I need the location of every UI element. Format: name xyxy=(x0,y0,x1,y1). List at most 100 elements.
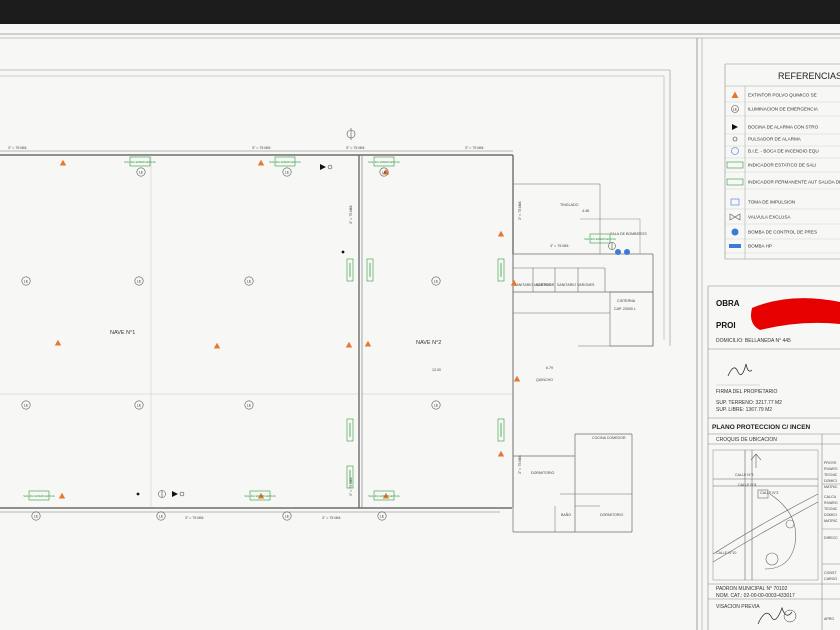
exit-sign-icon: SALIDA EMERGENCIA xyxy=(368,490,400,501)
emergency-light-label: LE xyxy=(382,170,387,174)
emergency-light-icon: LE xyxy=(156,511,166,521)
legend-item: INDICADOR PERMANENTE AUT SALIDA DE EMERG… xyxy=(725,178,840,190)
legend-item-label: VALVULA EXCLUSA xyxy=(748,215,791,220)
legend-item: VALVULA EXCLUSA xyxy=(725,213,840,225)
dimension-label: 3" = 75 MM. xyxy=(346,146,365,150)
extinguisher-triangle-icon xyxy=(345,341,353,348)
room-dormitorio-1: DORMITORIO xyxy=(531,471,554,475)
dimension-label: 3" = 75 MM. xyxy=(550,244,569,248)
nave-2-label: NAVE N°2 xyxy=(416,340,441,346)
title-block-right-label: DOMICI xyxy=(824,513,837,517)
legend-item-label: EXTINTOR POLVO QUIMICO SE xyxy=(748,93,817,98)
title-block-right-label: MATRIC xyxy=(824,519,838,523)
blueprint-sheet: REFERENCIAS EXTINTOR POLVO QUIMICO SE LE I… xyxy=(0,24,840,630)
street-label: CALLE N°3 xyxy=(735,473,753,477)
emergency-light-icon: LE xyxy=(31,511,41,521)
legend-panel: REFERENCIAS EXTINTOR POLVO QUIMICO SE LE I… xyxy=(725,71,840,254)
exit-sign-icon xyxy=(726,161,744,169)
title-block-right-label: TECNIC xyxy=(824,507,838,511)
dimension-label: 3" = 75 MM. xyxy=(518,201,522,220)
exit-sign-label: SALIDA EMERGENCIA xyxy=(124,160,156,164)
emergency-light-label: LE xyxy=(247,279,252,283)
extinguisher-triangle-icon xyxy=(59,159,67,166)
legend-item: B.I.E. - BOCA DE INCENDIO EQU xyxy=(725,147,840,159)
dimension-label: 3" = 75 MM. xyxy=(465,146,484,150)
exit-sign-label: SALIDA EMERGENCIA xyxy=(368,160,400,164)
dimension-label: 3" = 75 MM. xyxy=(322,516,341,520)
emergency-light-label: LE xyxy=(247,403,252,407)
hp-pump-icon xyxy=(729,244,741,248)
emergency-light-icon: LE xyxy=(244,276,254,286)
alarm-button-icon xyxy=(136,492,140,496)
legend-item-label: BOCINA DE ALARMA CON STRO xyxy=(748,125,819,130)
room-tinglado: TINGLADO xyxy=(560,203,579,207)
alarm-horn-icon xyxy=(320,164,333,170)
exit-sign-icon xyxy=(346,258,354,282)
extinguisher-triangle-icon xyxy=(213,342,221,349)
title-block: OBRA PROI DOMICILIO: BELLANEDA N° 445 FI… xyxy=(707,285,840,630)
sup-libre: SUP. LIBRE: 1367.79 M2 xyxy=(716,407,772,413)
emergency-light-label: LE xyxy=(34,514,39,518)
title-block-right-label: APRO xyxy=(824,617,834,621)
misc-label: 12.00 xyxy=(432,368,441,372)
sup-terreno: SUP. TERRENO: 3217.77 M2 xyxy=(716,400,782,406)
emergency-light-icon: LE xyxy=(282,511,292,521)
emergency-light-icon: LE xyxy=(377,511,387,521)
obra-suffix: PROI xyxy=(716,321,736,330)
street-label: CALLE N°10 xyxy=(716,551,736,555)
emergency-light-label: LE xyxy=(137,279,142,283)
dimension-label: 3" = 75 MM. xyxy=(518,455,522,474)
legend-item: INDICADOR ESTATICO DE SALI xyxy=(725,161,840,173)
legend-item: BOMBA DE CONTROL DE PRES xyxy=(725,228,840,240)
title-block-right-label: CONST xyxy=(824,571,837,575)
room-dormitorio-2: DORMITORIO xyxy=(600,513,623,517)
exit-sign-label: SALIDA EMERGENCIA xyxy=(269,160,301,164)
building-walls xyxy=(0,154,654,533)
title-block-right-label: TECNIC xyxy=(824,473,838,477)
emergency-light-label: LE xyxy=(733,107,738,111)
legend-items: EXTINTOR POLVO QUIMICO SE LE ILUMINACION D… xyxy=(725,91,840,254)
emergency-light-label: LE xyxy=(285,514,290,518)
window-top-bar xyxy=(0,0,840,24)
title-block-right-label: PROYE xyxy=(824,461,837,465)
exit-sign-label: SALIDA EMERGENCIA xyxy=(584,237,616,241)
hydrant-icon xyxy=(608,242,616,250)
emergency-light-label: LE xyxy=(434,403,439,407)
emergency-light-icon: LE xyxy=(134,276,144,286)
croquis-label: CROQUIS DE UBICACION xyxy=(716,437,777,443)
legend-item: LE ILUMINACION DE EMERGENCIA xyxy=(725,105,840,117)
exit-sign-icon xyxy=(346,418,354,442)
title-block-right-label: RIVARO xyxy=(824,467,838,471)
title-block-right-label: DOMICI xyxy=(824,479,837,483)
legend-item-label: INDICADOR ESTATICO DE SALI xyxy=(748,163,816,168)
exit-sign-label: SALIDA EMERGENCIA xyxy=(244,494,276,498)
emergency-light-icon: LE xyxy=(134,400,144,410)
extinguisher-triangle-icon xyxy=(58,492,66,499)
street-label: CALLE N°4 xyxy=(738,483,756,487)
emergency-light-icon: LE xyxy=(21,276,31,286)
legend-item-label: INDICADOR PERMANENTE AUT SALIDA DE EMERG… xyxy=(748,180,840,185)
dimension-label: 3" = 75 MM. xyxy=(349,205,353,224)
title-block-right-label: MATRIC xyxy=(824,485,838,489)
obra-label: OBRA xyxy=(716,299,740,308)
nom-cat: NOM. CAT.: 02-00-00-0003-433017 xyxy=(716,593,795,599)
approval-signature xyxy=(757,606,797,625)
emergency-light-icon: LE xyxy=(21,400,31,410)
room-sala-bomberos: SALA DE BOMBEROS xyxy=(610,232,647,236)
pressure-pump-icon xyxy=(615,249,621,255)
valve-icon xyxy=(729,213,741,221)
room-bano: BAÑO xyxy=(561,512,571,517)
street-label: CALLE N°3 xyxy=(760,491,778,495)
pressure-pump-icon xyxy=(731,228,739,236)
alarm-button-icon xyxy=(341,250,345,254)
legend-item: BOCINA DE ALARMA CON STRO xyxy=(725,124,840,135)
exit-sign-icon: SALIDA EMERGENCIA xyxy=(269,156,301,167)
dimension-label: 3" = 75 MM. xyxy=(8,146,27,150)
room-labels: NAVE N°1 NAVE N°2 TINGLADO SALA DE BOMBE… xyxy=(110,203,647,517)
extinguisher-triangle-icon xyxy=(257,159,265,166)
legend-item: EXTINTOR POLVO QUIMICO SE xyxy=(725,91,840,103)
dimension-label: 3" = 75 MM. xyxy=(185,516,204,520)
misc-label: 6.79 xyxy=(546,366,553,370)
dimension-labels: 3" = 75 MM. 3" = 75 MM. 3" = 75 MM. 3" =… xyxy=(8,146,589,520)
emergency-light-label: LE xyxy=(285,170,290,174)
